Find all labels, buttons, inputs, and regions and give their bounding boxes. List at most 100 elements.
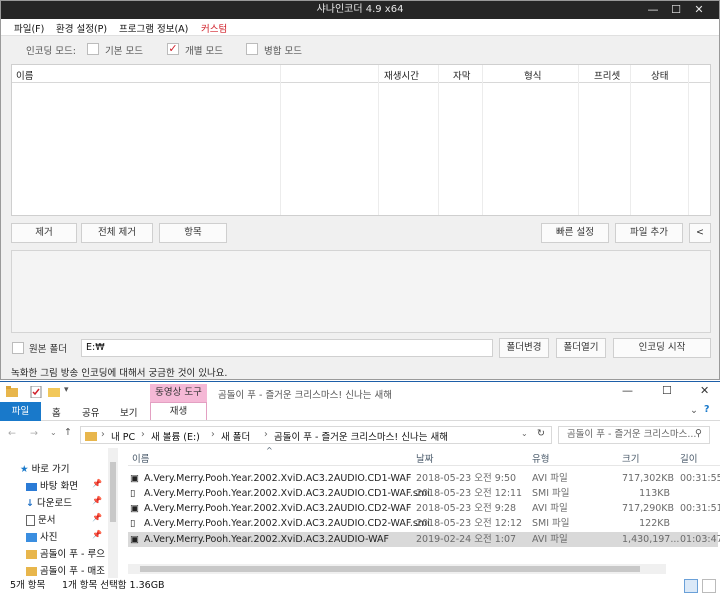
refresh-icon[interactable]: ↻	[537, 428, 545, 439]
close-button[interactable]: ✕	[689, 1, 709, 19]
nav-folder-1[interactable]: 곰돌이 푸 - 루으	[26, 547, 105, 563]
individual-mode-checkbox[interactable]: ✓	[167, 43, 179, 55]
column-format[interactable]: 형식	[524, 68, 541, 82]
menu-custom[interactable]: 커스텀	[201, 21, 227, 35]
tab-play[interactable]: 재생	[150, 402, 207, 420]
start-encoding-button[interactable]: 인코딩 시작	[613, 338, 711, 358]
pin-icon: 📌	[92, 530, 102, 539]
item-count: 5개 항목	[10, 580, 46, 591]
nav-desktop[interactable]: 바탕 화면	[26, 479, 78, 495]
file-date: 2018-05-23 오전 9:28	[416, 503, 517, 514]
scrollbar-thumb[interactable]	[110, 462, 116, 522]
merge-mode-label: 병합 모드	[264, 46, 302, 57]
file-row[interactable]: ▣ A.Very.Merry.Pooh.Year.2002.XviD.AC3.2…	[128, 471, 720, 486]
menu-settings[interactable]: 환경 설정(P)	[56, 21, 107, 35]
breadcrumb-current-folder[interactable]: 곰돌이 푸 - 즐거운 크리스마스! 신나는 새해	[274, 429, 448, 443]
collapse-button[interactable]: <	[689, 223, 711, 243]
file-type: SMI 파일	[532, 488, 570, 499]
add-file-button[interactable]: 파일 추가	[615, 223, 683, 243]
maximize-button[interactable]: ☐	[662, 384, 672, 397]
tab-file[interactable]: 파일	[0, 402, 41, 421]
new-folder-icon[interactable]	[48, 386, 60, 398]
document-icon	[26, 515, 35, 526]
change-folder-button[interactable]: 폴더변경	[499, 338, 549, 358]
search-input[interactable]: 곰돌이 푸 - 즐거운 크리스마스...	[558, 426, 710, 444]
breadcrumb-new-folder[interactable]: 새 폴더	[221, 429, 250, 443]
file-date: 2018-05-23 오전 9:50	[416, 473, 517, 484]
file-name: A.Very.Merry.Pooh.Year.2002.XviD.AC3.2AU…	[144, 473, 412, 484]
column-size[interactable]: 크기	[622, 451, 639, 465]
open-folder-button[interactable]: 폴더열기	[556, 338, 606, 358]
close-button[interactable]: ✕	[700, 384, 709, 397]
column-subtitle[interactable]: 자막	[453, 68, 470, 82]
file-size: 113KB	[639, 488, 670, 499]
file-row-selected[interactable]: ▣ A.Very.Merry.Pooh.Year.2002.XviD.AC3.2…	[128, 532, 720, 547]
pin-icon: 📌	[92, 496, 102, 505]
output-path-field[interactable]: E:₩	[81, 339, 493, 357]
nav-pictures[interactable]: 사진	[26, 530, 58, 546]
file-row[interactable]: ▯ A.Very.Merry.Pooh.Year.2002.XviD.AC3.2…	[128, 486, 718, 501]
help-icon[interactable]: ?	[704, 404, 710, 415]
address-dropdown-icon[interactable]: ⌄	[521, 429, 528, 438]
forward-icon[interactable]: →	[30, 428, 38, 439]
column-duration[interactable]: 재생시간	[384, 68, 419, 82]
expand-ribbon-icon[interactable]: ⌄	[690, 405, 698, 416]
properties-icon[interactable]	[30, 386, 42, 398]
column-length[interactable]: 길이	[680, 451, 697, 465]
status-bar: 5개 항목 1개 항목 선택함 1.36GB	[0, 578, 720, 594]
nav-downloads[interactable]: ↓ 다운로드	[26, 496, 72, 512]
column-name[interactable]: 이름	[16, 68, 33, 82]
file-size: 717,302KB	[622, 473, 675, 484]
breadcrumb-separator-icon: ›	[264, 429, 268, 440]
remove-button[interactable]: 제거	[11, 223, 77, 243]
maximize-button[interactable]: ☐	[666, 1, 686, 19]
encoding-mode-row: 인코딩 모드: 기본 모드 ✓ 개별 모드 병합 모드	[1, 37, 719, 61]
folder-icon	[26, 567, 37, 576]
details-view-icon[interactable]	[684, 579, 698, 593]
address-bar[interactable]: › 내 PC › 새 볼륨 (E:) › 새 폴더 › 곰돌이 푸 - 즐거운 …	[80, 426, 552, 444]
scrollbar-thumb[interactable]	[140, 566, 640, 572]
breadcrumb-this-pc[interactable]: 내 PC	[111, 429, 135, 443]
minimize-button[interactable]: —	[622, 384, 633, 397]
encoder-window: 샤나인코더 4.9 x64 — ☐ ✕ 파일(F) 환경 설정(P) 프로그램 …	[0, 0, 720, 380]
navigation-pane: ★ 바로 가기 바탕 화면 ↓ 다운로드 문서 사진 곰돌이 푸 - 루으 곰돌…	[0, 452, 108, 578]
up-icon[interactable]: ↑	[64, 427, 72, 438]
file-type: AVI 파일	[532, 503, 568, 514]
search-icon[interactable]: ⚲	[695, 428, 702, 439]
minimize-button[interactable]: —	[643, 1, 663, 19]
quick-settings-button[interactable]: 빠른 설정	[541, 223, 609, 243]
merge-mode-checkbox[interactable]	[246, 43, 258, 55]
menu-about[interactable]: 프로그램 정보(A)	[119, 21, 188, 35]
nav-documents[interactable]: 문서	[26, 513, 56, 529]
file-queue-list[interactable]: 이름 재생시간 자막 형식 프리셋 상태	[11, 64, 711, 216]
horizontal-scrollbar[interactable]	[128, 564, 666, 574]
item-button[interactable]: 항목	[159, 223, 227, 243]
tab-share[interactable]: 공유	[82, 405, 99, 419]
video-file-icon: ▣	[130, 503, 139, 514]
encoding-mode-label: 인코딩 모드:	[26, 46, 76, 57]
file-row[interactable]: ▣ A.Very.Merry.Pooh.Year.2002.XviD.AC3.2…	[128, 501, 720, 516]
recent-locations-icon[interactable]: ⌄	[50, 428, 57, 437]
sort-ascending-icon: ^	[266, 446, 273, 455]
menu-file[interactable]: 파일(F)	[14, 21, 44, 35]
basic-mode-checkbox[interactable]	[87, 43, 99, 55]
column-type[interactable]: 유형	[532, 451, 549, 465]
quick-access-dropdown-icon[interactable]: ▾	[64, 385, 69, 395]
breadcrumb-volume[interactable]: 새 볼륨 (E:)	[151, 429, 200, 443]
nav-scrollbar[interactable]	[108, 448, 118, 578]
file-row[interactable]: ▯ A.Very.Merry.Pooh.Year.2002.XviD.AC3.2…	[128, 516, 718, 531]
tab-home[interactable]: 홈	[52, 405, 61, 419]
nav-quick-access[interactable]: ★ 바로 가기	[20, 462, 70, 478]
notice-text[interactable]: 녹화한 그림 방송 인코딩에 대해서 궁금한 것이 있나요.	[11, 365, 227, 379]
file-length: 00:31:51	[680, 503, 720, 514]
column-date[interactable]: 날짜	[416, 451, 433, 465]
large-icons-view-icon[interactable]	[702, 579, 716, 593]
column-name[interactable]: 이름	[132, 451, 149, 465]
back-icon[interactable]: ←	[8, 428, 16, 439]
original-folder-checkbox[interactable]	[12, 342, 24, 354]
column-preset[interactable]: 프리셋	[594, 68, 620, 82]
file-name: A.Very.Merry.Pooh.Year.2002.XviD.AC3.2AU…	[144, 518, 430, 529]
tab-view[interactable]: 보기	[120, 405, 137, 419]
remove-all-button[interactable]: 전체 제거	[81, 223, 153, 243]
column-status[interactable]: 상태	[651, 68, 668, 82]
